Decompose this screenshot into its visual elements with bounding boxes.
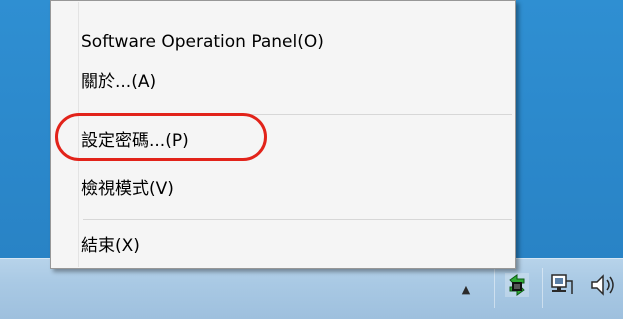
tray-divider bbox=[494, 268, 495, 308]
volume-icon[interactable] bbox=[588, 270, 618, 300]
tray-divider bbox=[542, 268, 543, 308]
network-icon[interactable] bbox=[546, 270, 576, 300]
menu-separator bbox=[83, 219, 512, 220]
menu-item-software-operation-panel[interactable]: Software Operation Panel(O) bbox=[81, 25, 511, 59]
highlight-annotation-ring bbox=[55, 113, 267, 161]
menu-item-about[interactable]: 關於...(A) bbox=[81, 65, 511, 99]
menu-item-exit[interactable]: 結束(X) bbox=[81, 229, 511, 263]
scanner-app-icon[interactable] bbox=[502, 270, 532, 300]
show-hidden-icons-icon[interactable]: ▲ bbox=[458, 284, 474, 296]
menu-item-view-mode[interactable]: 檢視模式(V) bbox=[81, 172, 511, 206]
